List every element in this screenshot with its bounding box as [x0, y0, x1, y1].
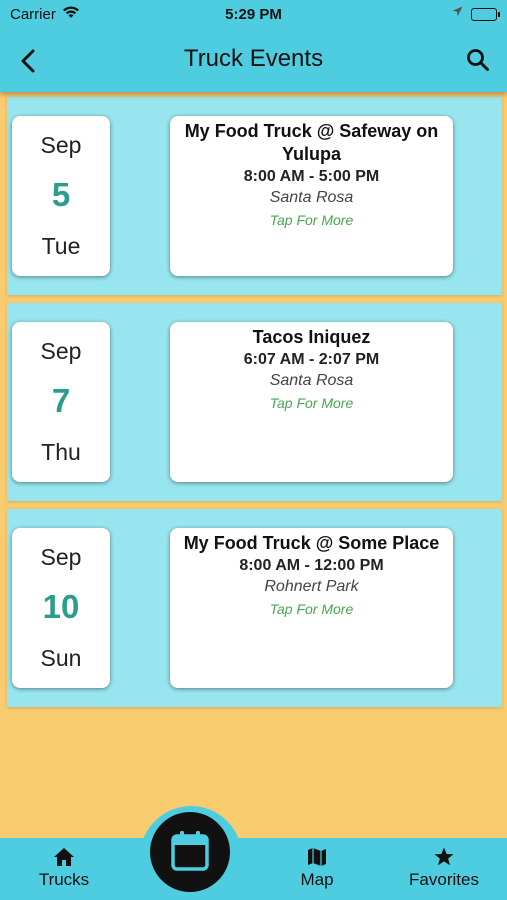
event-city: Santa Rosa [269, 189, 354, 206]
event-row[interactable]: Sep 7 Thu Tacos Iniquez 6:07 AM - 2:07 P… [7, 303, 502, 501]
map-icon [308, 848, 326, 866]
calendar-icon [171, 831, 209, 871]
event-card[interactable]: My Food Truck @ Some Place 8:00 AM - 12:… [170, 528, 453, 688]
event-weekday: Thu [41, 439, 81, 465]
event-row[interactable]: Sep 5 Tue My Food Truck @ Safeway on Yul… [7, 97, 502, 295]
navigation-bar: Truck Events [0, 30, 507, 92]
event-hours: 8:00 AM - 5:00 PM [243, 168, 380, 185]
event-name: My Food Truck @ Safeway on Yulupa [184, 121, 439, 164]
event-city: Rohnert Park [264, 578, 359, 595]
event-day: 10 [42, 588, 80, 625]
tab-trucks[interactable]: Trucks [29, 846, 99, 890]
battery-full-icon [471, 8, 500, 21]
tab-favorites-label: Favorites [409, 870, 479, 889]
tap-for-more-link[interactable]: Tap For More [178, 208, 445, 232]
search-icon[interactable] [465, 47, 491, 73]
event-city: Santa Rosa [269, 372, 354, 389]
event-month: Sep [40, 338, 82, 364]
tab-bar: Trucks Map Favorites [0, 838, 507, 900]
event-weekday: Sun [40, 645, 82, 671]
tab-favorites[interactable]: Favorites [398, 846, 490, 890]
event-name: My Food Truck @ Some Place [183, 533, 440, 553]
event-weekday: Tue [41, 233, 81, 259]
event-day: 7 [51, 382, 71, 419]
status-bar: Carrier 5:29 PM [0, 0, 507, 30]
tab-map[interactable]: Map [285, 846, 349, 890]
date-card: Sep 10 Sun [12, 528, 110, 688]
event-row[interactable]: Sep 10 Sun My Food Truck @ Some Place 8:… [7, 509, 502, 707]
star-icon [434, 847, 454, 866]
location-arrow-icon [452, 6, 463, 20]
tab-map-label: Map [300, 870, 334, 889]
page-title: Truck Events [183, 45, 324, 72]
event-day: 5 [51, 176, 71, 213]
event-month: Sep [40, 544, 82, 570]
tap-for-more-link[interactable]: Tap For More [178, 391, 445, 415]
events-list: Sep 5 Tue My Food Truck @ Safeway on Yul… [7, 97, 502, 715]
home-icon [54, 848, 74, 866]
event-name: Tacos Iniquez [252, 327, 371, 347]
status-time: 5:29 PM [225, 6, 282, 23]
event-card[interactable]: Tacos Iniquez 6:07 AM - 2:07 PM Santa Ro… [170, 322, 453, 482]
tap-for-more-link[interactable]: Tap For More [178, 597, 445, 621]
calendar-button[interactable] [150, 812, 230, 892]
date-card: Sep 5 Tue [12, 116, 110, 276]
event-hours: 6:07 AM - 2:07 PM [243, 351, 380, 368]
date-card: Sep 7 Thu [12, 322, 110, 482]
event-month: Sep [40, 132, 82, 158]
event-hours: 8:00 AM - 12:00 PM [239, 557, 384, 574]
tab-trucks-label: Trucks [38, 870, 90, 889]
event-card[interactable]: My Food Truck @ Safeway on Yulupa 8:00 A… [170, 116, 453, 276]
